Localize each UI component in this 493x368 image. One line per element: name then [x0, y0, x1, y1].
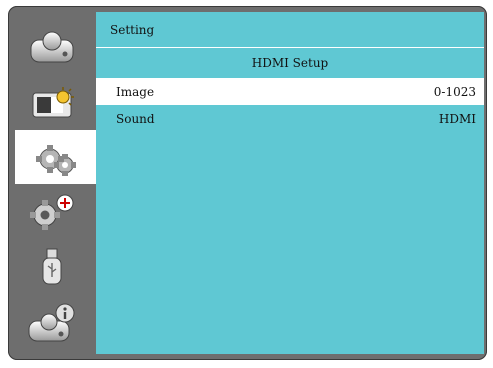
menu-row-image[interactable]: Image 0-1023	[96, 79, 484, 105]
image-adjust-icon	[32, 87, 74, 118]
row-label: Image	[116, 85, 155, 99]
row-value: 0-1023	[433, 85, 476, 99]
display-settings-icon	[30, 31, 74, 63]
information-icon	[28, 303, 75, 342]
panel-title: Setting	[110, 23, 155, 37]
row-label: Sound	[116, 112, 155, 126]
nav-expanded-setting[interactable]	[10, 184, 94, 238]
osd-menu-sidebar	[10, 12, 99, 354]
row-value: HDMI	[438, 112, 476, 126]
nav-setting[interactable]	[15, 130, 99, 184]
section-header: HDMI Setup	[96, 48, 484, 79]
nav-information[interactable]	[10, 296, 94, 350]
setting-gears-icon	[36, 145, 76, 176]
usb-icon	[42, 248, 62, 285]
panel-title-bar: Setting	[96, 12, 484, 48]
nav-image[interactable]	[10, 76, 94, 130]
nav-display[interactable]	[10, 20, 94, 74]
expanded-setting-icon	[30, 194, 74, 230]
menu-row-sound[interactable]: Sound HDMI	[96, 106, 484, 132]
nav-usb[interactable]	[10, 240, 94, 294]
section-title: HDMI Setup	[251, 56, 329, 70]
setting-panel: Setting HDMI Setup Image 0-1023 Sound HD…	[96, 12, 484, 354]
